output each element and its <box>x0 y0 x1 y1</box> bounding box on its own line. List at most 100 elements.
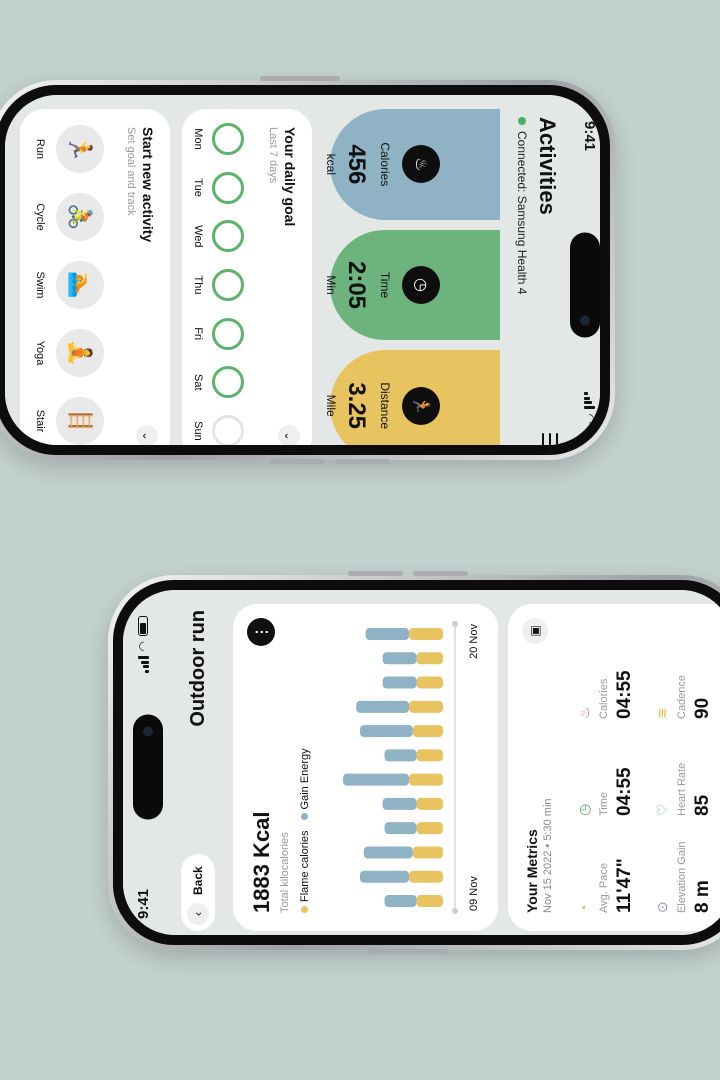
kcal-label: Total kilocalories <box>279 832 291 913</box>
wifi-icon: ◠ <box>583 413 597 424</box>
metric-cadence: ≋ Cadence 90 <box>654 622 714 719</box>
signal-icon <box>584 392 596 409</box>
showcase-stage: 9:41 ◠ Activities Connected: Samsung Hea… <box>0 0 720 1080</box>
chart-legend: Flame calories Gain Energy <box>299 748 311 913</box>
x-tick-label: 20 Nov <box>468 624 480 659</box>
more-options-button[interactable]: ⋮ <box>247 618 275 646</box>
metric-value: 04:55 <box>614 670 635 719</box>
activity-stair[interactable]: 🪜 Stair <box>34 391 104 445</box>
calorie-bar-chart: 09 Nov 20 Nov <box>343 621 480 914</box>
chevron-left-icon: ‹ <box>187 903 209 925</box>
day-label: Sun <box>192 421 204 441</box>
bar-gain-energy <box>382 676 417 689</box>
activity-label: Stair <box>34 409 46 433</box>
activity-cycle[interactable]: 🚴 Cycle <box>34 187 104 247</box>
volume-button <box>348 571 403 576</box>
elevation-icon: ⊙ <box>654 901 670 913</box>
day-list: Mon Tue Wed Thu Fri Sat Sun <box>192 119 244 445</box>
phone-activities: 9:41 ◠ Activities Connected: Samsung Hea… <box>0 76 615 464</box>
stair-icon: 🪜 <box>56 397 104 445</box>
bar-flame-calories <box>416 749 444 762</box>
day-label: Thu <box>192 275 204 295</box>
metric-value: 8 m <box>692 880 713 913</box>
signal-icon <box>137 656 149 673</box>
nav-bar: ‹ Back Outdoor run <box>163 604 233 931</box>
goal-ring-complete <box>212 171 244 204</box>
card-subtitle: Nov 15 2022 • 5:30 min <box>542 798 554 913</box>
menu-icon[interactable] <box>542 433 558 445</box>
activity-label: Cycle <box>34 203 46 231</box>
side-button <box>260 76 340 81</box>
bar-flame-calories <box>409 628 443 640</box>
goal-ring-complete <box>212 220 244 253</box>
flame-icon: ♨ <box>576 706 592 719</box>
bar-gain-energy <box>365 628 410 640</box>
activity-label: Run <box>34 138 46 160</box>
day-item: Sun <box>192 411 244 445</box>
back-button[interactable]: ‹ Back <box>181 854 215 931</box>
stat-calories[interactable]: ♨ Calories 456 kcal <box>324 109 500 220</box>
metric-avg-pace: ◔ Avg. Pace 11'47" <box>576 816 636 913</box>
goal-ring-complete <box>212 268 244 301</box>
bar-flame-calories <box>416 895 444 907</box>
calorie-chart-card: 1883 Kcal Total kilocalories Flame calor… <box>233 604 498 931</box>
axis-endpoint <box>452 621 458 627</box>
bar-flame-calories <box>412 725 443 738</box>
bar-gain-energy <box>343 773 410 786</box>
stat-row: ♨ Calories 456 kcal ◷ Time 2:05 Min 🏃 Di… <box>324 109 500 445</box>
bar-gain-energy <box>359 870 410 883</box>
chevron-down-icon[interactable]: ⌄ <box>136 425 158 445</box>
activity-yoga[interactable]: 🧘 Yoga <box>34 323 104 383</box>
day-item: Wed <box>192 216 244 256</box>
bezel: 9:41 ◠ Activities Connected: Samsung Hea… <box>0 85 610 455</box>
card-title: Your daily goal <box>282 127 298 227</box>
metric-value: 11'47" <box>614 858 635 913</box>
wifi-icon: ◠ <box>136 641 150 652</box>
bar-flame-calories <box>416 822 444 835</box>
metric-label: Avg. Pace <box>598 863 610 913</box>
status-icons: ◠ <box>583 392 597 445</box>
stat-time[interactable]: ◷ Time 2:05 Min <box>324 229 500 341</box>
day-label: Tue <box>192 178 204 197</box>
swim-icon: 🏊 <box>56 261 104 309</box>
bookmark-icon[interactable]: ▣ <box>522 618 548 644</box>
day-item: Mon <box>192 119 244 159</box>
pace-icon: ◔ <box>576 904 592 913</box>
bar-flame-calories <box>409 700 443 713</box>
dynamic-island <box>570 232 600 338</box>
stat-label: Time <box>378 271 392 299</box>
stat-value: 2:05 <box>343 260 370 310</box>
stat-unit: Mile <box>324 394 338 417</box>
status-time: 9:41 <box>134 888 152 919</box>
bar-gain-energy <box>384 749 417 762</box>
metrics-card: Your Metrics Nov 15 2022 • 5:30 min ▣ ◔ A… <box>508 604 720 931</box>
chevron-down-icon[interactable]: ⌄ <box>278 425 300 445</box>
stat-distance[interactable]: 🏃 Distance 3.25 Mile <box>324 350 500 445</box>
metric-label: Calories <box>598 678 610 719</box>
x-tick-label: 09 Nov <box>468 876 480 911</box>
activity-run[interactable]: 🏃 Run <box>34 119 104 179</box>
metric-value: 04:55 <box>614 767 635 816</box>
yoga-icon: 🧘 <box>56 329 104 377</box>
goal-ring-complete <box>212 366 244 399</box>
activity-swim[interactable]: 🏊 Swim <box>34 255 104 315</box>
metric-label: Heart Rate <box>676 762 688 816</box>
bar-gain-energy <box>363 846 413 859</box>
stat-unit: Min <box>324 275 338 295</box>
axis-endpoint <box>452 908 458 914</box>
bar-gain-energy <box>356 700 410 713</box>
daily-goal-card: Your daily goal Last 7 days ⌄ Mon Tue We… <box>182 109 312 445</box>
side-button <box>368 949 448 954</box>
metric-heart-rate: ♡ Heart Rate 85 <box>654 719 714 816</box>
bar-flame-calories <box>416 652 444 665</box>
metric-time: ◷ Time 04:55 <box>576 719 636 816</box>
stat-label: Distance <box>378 382 392 430</box>
connection-label: Connected: Samsung Health 4 <box>515 131 529 295</box>
battery-icon <box>138 616 148 636</box>
display: 9:41 ◠ ‹ Back Outdoor run 1883 Kcal Tota… <box>123 590 720 935</box>
page-title: Activities <box>535 117 560 215</box>
card-title: Your Metrics <box>524 829 540 913</box>
metric-elevation: ⊙ Elevation Gain 8 m <box>654 816 714 913</box>
page-title: Outdoor run <box>186 610 209 727</box>
day-label: Wed <box>192 225 204 248</box>
